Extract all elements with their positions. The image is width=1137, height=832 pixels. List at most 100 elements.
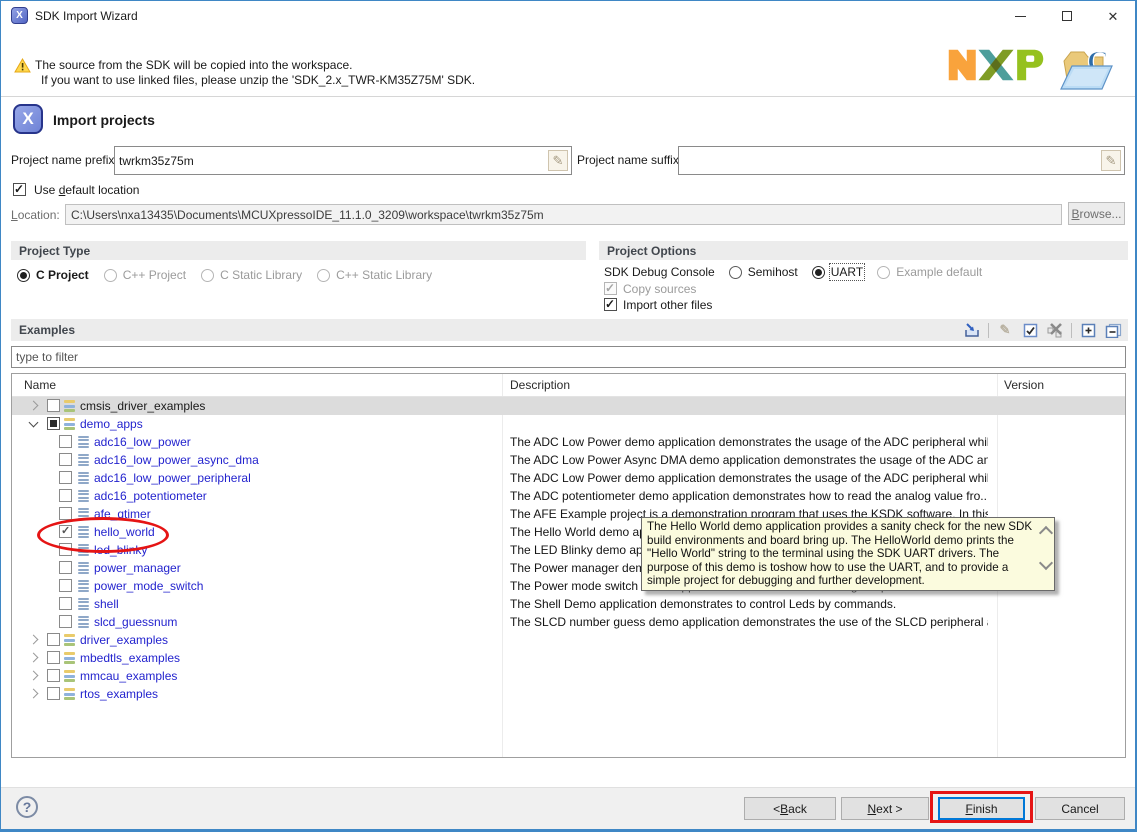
option-label: Copy sources (623, 282, 696, 296)
expand-twisty-icon[interactable] (29, 635, 39, 645)
scroll-down-icon[interactable] (1039, 556, 1053, 570)
row-label: power_mode_switch (94, 579, 203, 593)
suffix-input[interactable] (683, 148, 1096, 173)
sdk-debug-console-option-label: UART (831, 265, 863, 279)
sdk-debug-console-option-example-default[interactable]: Example default (877, 265, 982, 279)
tree-row-adc16_low_power_peripheral[interactable]: adc16_low_power_peripheralThe ADC Low Po… (12, 469, 1125, 487)
row-checkbox[interactable] (59, 561, 72, 574)
maximize-button[interactable] (1050, 1, 1084, 31)
use-default-location-checkbox[interactable] (13, 183, 26, 196)
tree-row-adc16_potentiometer[interactable]: adc16_potentiometerThe ADC potentiometer… (12, 487, 1125, 505)
row-checkbox[interactable] (59, 507, 72, 520)
copy-sources-checkbox[interactable] (604, 282, 617, 295)
use-default-location-label: Use default location (34, 183, 139, 197)
column-header-name[interactable]: Name (24, 378, 56, 392)
row-checkbox[interactable] (59, 525, 72, 538)
row-description: The ADC Low Power demo application demon… (510, 471, 988, 485)
sdk-debug-console-option-label: Semihost (748, 265, 798, 279)
project-type-header: Project Type (11, 241, 586, 260)
project-type-option-c-project[interactable]: C Project (17, 268, 89, 282)
radio-icon[interactable] (104, 269, 117, 282)
sdk-folder-icon: C (1059, 39, 1115, 97)
row-label: afe_qtimer (94, 507, 151, 521)
option-import-other-files[interactable]: Import other files (604, 297, 712, 312)
row-label: adc16_potentiometer (94, 489, 207, 503)
example-icon (78, 454, 89, 466)
clear-prefix-button[interactable]: ✎ (548, 150, 568, 171)
row-checkbox[interactable] (59, 453, 72, 466)
row-checkbox[interactable] (59, 435, 72, 448)
tree-row-slcd_guessnum[interactable]: slcd_guessnumThe SLCD number guess demo … (12, 613, 1125, 631)
tree-row-mmcau_examples[interactable]: mmcau_examples (12, 667, 1125, 685)
title-bar[interactable]: X SDK Import Wizard ✕ (1, 1, 1135, 31)
collapse-all-icon[interactable] (1104, 321, 1122, 339)
minimize-button[interactable] (1003, 1, 1037, 31)
next-button[interactable]: Next > (841, 797, 929, 820)
row-checkbox[interactable] (47, 651, 60, 664)
option-copy-sources[interactable]: Copy sources (604, 281, 712, 296)
tree-row-driver_examples[interactable]: driver_examples (12, 631, 1125, 649)
tree-row-demo_apps[interactable]: demo_apps (12, 415, 1125, 433)
expand-all-icon[interactable] (1079, 321, 1097, 339)
tree-row-mbedtls_examples[interactable]: mbedtls_examples (12, 649, 1125, 667)
sdk-debug-console-option-uart[interactable]: UART (812, 265, 863, 279)
project-type-option-c-static-library[interactable]: C++ Static Library (317, 268, 432, 282)
expand-twisty-icon[interactable] (29, 653, 39, 663)
radio-icon[interactable] (729, 266, 742, 279)
browse-button[interactable]: Browse... (1068, 202, 1125, 225)
edit-icon[interactable]: ✎ (996, 321, 1014, 339)
prefix-input[interactable] (119, 148, 543, 173)
row-checkbox[interactable] (47, 687, 60, 700)
pencil-icon: ✎ (1106, 153, 1117, 169)
example-icon (78, 472, 89, 484)
row-checkbox[interactable] (47, 399, 60, 412)
back-button[interactable]: < Back (744, 797, 836, 820)
radio-icon[interactable] (317, 269, 330, 282)
close-button[interactable]: ✕ (1096, 1, 1130, 31)
filter-input[interactable] (16, 348, 1119, 366)
deselect-all-icon[interactable] (1046, 321, 1064, 339)
radio-icon[interactable] (17, 269, 30, 282)
row-description: The Shell Demo application demonstrates … (510, 597, 988, 611)
tooltip-text: The Hello World demo application provide… (647, 520, 1033, 589)
expand-twisty-icon[interactable] (29, 671, 39, 681)
project-type-option-c-project[interactable]: C++ Project (104, 268, 186, 282)
row-checkbox[interactable] (59, 579, 72, 592)
collapse-twisty-icon[interactable] (29, 418, 39, 428)
row-checkbox[interactable] (59, 543, 72, 556)
row-checkbox[interactable] (59, 615, 72, 628)
import-example-icon[interactable] (963, 321, 981, 339)
tooltip-scrollbar[interactable] (1036, 518, 1054, 590)
radio-icon[interactable] (812, 266, 825, 279)
radio-icon[interactable] (877, 266, 890, 279)
tree-row-shell[interactable]: shellThe Shell Demo application demonstr… (12, 595, 1125, 613)
tree-row-rtos_examples[interactable]: rtos_examples (12, 685, 1125, 703)
column-header-version[interactable]: Version (1004, 378, 1044, 392)
clear-suffix-button[interactable]: ✎ (1101, 150, 1121, 171)
finish-button[interactable]: Finish (938, 797, 1025, 820)
column-header-description[interactable]: Description (510, 378, 570, 392)
cancel-button[interactable]: Cancel (1035, 797, 1125, 820)
help-button[interactable]: ? (16, 796, 38, 818)
project-type-option-label: C Project (36, 268, 89, 282)
tree-row-adc16_low_power[interactable]: adc16_low_powerThe ADC Low Power demo ap… (12, 433, 1125, 451)
row-checkbox[interactable] (47, 669, 60, 682)
row-checkbox[interactable] (59, 471, 72, 484)
row-checkbox[interactable] (47, 633, 60, 646)
sdk-debug-console-option-semihost[interactable]: Semihost (729, 265, 798, 279)
scroll-up-icon[interactable] (1039, 526, 1053, 540)
tree-row-cmsis_driver_examples[interactable]: cmsis_driver_examples (12, 397, 1125, 415)
project-type-option-c-static-library[interactable]: C Static Library (201, 268, 302, 282)
row-checkbox[interactable] (59, 489, 72, 502)
row-label: hello_world (94, 525, 155, 539)
row-checkbox[interactable] (59, 597, 72, 610)
import-other-files-checkbox[interactable] (604, 298, 617, 311)
row-checkbox[interactable] (47, 417, 60, 430)
expand-twisty-icon[interactable] (29, 401, 39, 411)
tree-row-adc16_low_power_async_dma[interactable]: adc16_low_power_async_dmaThe ADC Low Pow… (12, 451, 1125, 469)
expand-twisty-icon[interactable] (29, 689, 39, 699)
radio-icon[interactable] (201, 269, 214, 282)
row-label: cmsis_driver_examples (80, 399, 205, 413)
select-all-icon[interactable] (1021, 321, 1039, 339)
example-icon (78, 436, 89, 448)
